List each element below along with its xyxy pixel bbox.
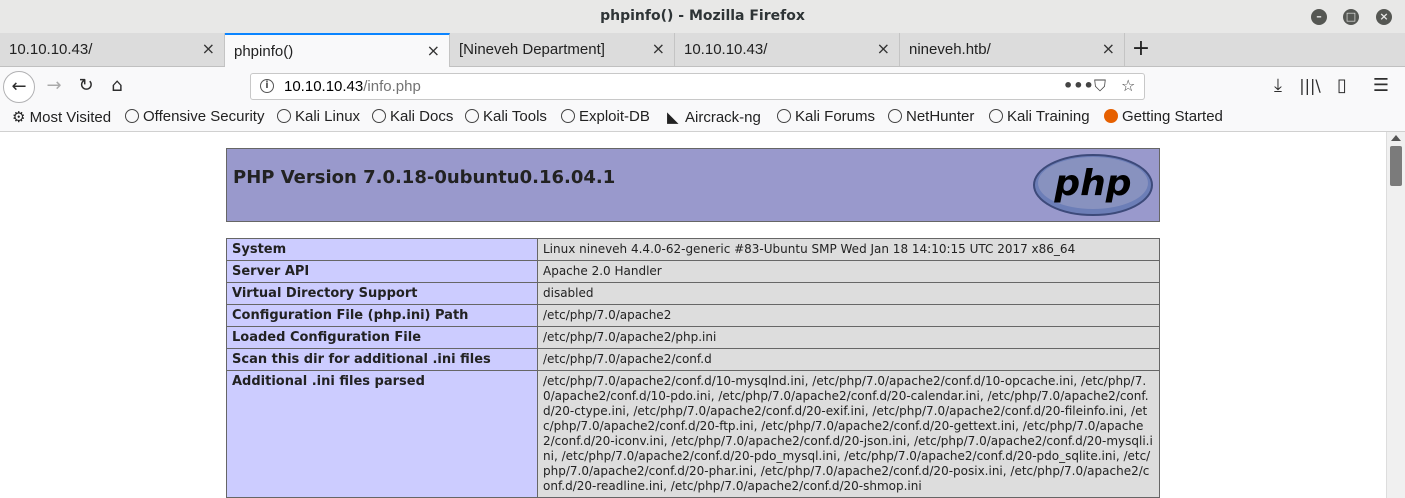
bookmark-exploit-db[interactable]: Exploit-DB (561, 108, 650, 125)
globe-icon (277, 109, 291, 123)
navigation-toolbar: ← → ↻ ⌂ i 10.10.10.43/info.php ••• ⛉ ☆ ⤓… (0, 67, 1405, 105)
tab-close-icon[interactable]: × (202, 39, 215, 58)
url-host: 10.10.10.43 (284, 78, 364, 95)
tab-label: [Nineveh Department] (459, 41, 605, 58)
row-key: Server API (226, 260, 538, 283)
row-key: Additional .ini files parsed (226, 370, 538, 498)
tab-4[interactable]: 10.10.10.43/ × (675, 33, 900, 66)
gear-icon: ⚙ (12, 109, 26, 126)
url-path: /info.php (363, 78, 421, 95)
reload-icon[interactable]: ↻ (72, 72, 100, 100)
tab-label: phpinfo() (234, 43, 294, 60)
new-tab-icon[interactable]: + (1128, 37, 1154, 63)
page-scrollbar[interactable] (1386, 132, 1405, 498)
library-icon[interactable]: |||\ (1296, 72, 1324, 100)
row-value: /etc/php/7.0/apache2/php.ini (537, 326, 1160, 349)
bookmark-kali-training[interactable]: Kali Training (989, 108, 1090, 125)
bookmark-kali-linux[interactable]: Kali Linux (277, 108, 360, 125)
home-icon[interactable]: ⌂ (103, 72, 131, 100)
row-value: /etc/php/7.0/apache2 (537, 304, 1160, 327)
bookmark-kali-tools[interactable]: Kali Tools (465, 108, 547, 125)
bookmark-nethunter[interactable]: NetHunter (888, 108, 974, 125)
row-key: Virtual Directory Support (226, 282, 538, 305)
tab-label: nineveh.htb/ (909, 41, 991, 58)
table-row: Scan this dir for additional .ini files … (226, 348, 1160, 371)
window-title: phpinfo() - Mozilla Firefox (600, 8, 805, 24)
table-row: Loaded Configuration File /etc/php/7.0/a… (226, 326, 1160, 349)
globe-icon (989, 109, 1003, 123)
table-row: System Linux nineveh 4.4.0-62-generic #8… (226, 238, 1160, 261)
tab-close-icon[interactable]: × (877, 39, 890, 58)
bookmark-kali-forums[interactable]: Kali Forums (777, 108, 875, 125)
tab-1[interactable]: 10.10.10.43/ × (0, 33, 225, 66)
table-row: Configuration File (php.ini) Path /etc/p… (226, 304, 1160, 327)
page-actions-icon[interactable]: ••• (1063, 76, 1094, 95)
bookmark-most-visited[interactable]: ⚙ Most Visited (12, 108, 111, 126)
row-key: Configuration File (php.ini) Path (226, 304, 538, 327)
row-key: System (226, 238, 538, 261)
row-value: Apache 2.0 Handler (537, 260, 1160, 283)
bookmark-kali-docs[interactable]: Kali Docs (372, 108, 453, 125)
url-bar[interactable]: i 10.10.10.43/info.php ••• ⛉ ☆ (250, 73, 1145, 100)
url-text[interactable]: 10.10.10.43/info.php (284, 78, 421, 95)
table-row: Virtual Directory Support disabled (226, 282, 1160, 305)
window-titlebar: phpinfo() - Mozilla Firefox – □ × (0, 0, 1405, 33)
bookmark-getting-started[interactable]: Getting Started (1104, 108, 1223, 125)
table-row: Additional .ini files parsed /etc/php/7.… (226, 370, 1160, 498)
php-info-table: System Linux nineveh 4.4.0-62-generic #8… (226, 238, 1160, 498)
tab-5[interactable]: nineveh.htb/ × (900, 33, 1125, 66)
bookmark-star-icon[interactable]: ☆ (1121, 76, 1135, 95)
forward-arrow-icon[interactable]: → (40, 72, 68, 100)
table-row: Server API Apache 2.0 Handler (226, 260, 1160, 283)
globe-icon (465, 109, 479, 123)
php-logo-icon: php (1033, 154, 1153, 216)
globe-icon (561, 109, 575, 123)
tab-2-active[interactable]: phpinfo() × (225, 33, 450, 67)
globe-icon (372, 109, 386, 123)
bookmark-offensive-security[interactable]: Offensive Security (125, 108, 264, 125)
bookmarks-toolbar: ⚙ Most Visited Offensive Security Kali L… (0, 105, 1405, 132)
minimize-icon[interactable]: – (1311, 9, 1327, 25)
tab-close-icon[interactable]: × (1102, 39, 1115, 58)
tab-3[interactable]: [Nineveh Department] × (450, 33, 675, 66)
globe-icon (125, 109, 139, 123)
row-value: /etc/php/7.0/apache2/conf.d/10-mysqlnd.i… (537, 370, 1160, 498)
row-key: Scan this dir for additional .ini files (226, 348, 538, 371)
row-value: disabled (537, 282, 1160, 305)
tab-strip: 10.10.10.43/ × phpinfo() × [Nineveh Depa… (0, 33, 1405, 67)
menu-icon[interactable]: ☰ (1367, 72, 1395, 100)
firefox-icon (1104, 109, 1118, 123)
close-window-icon[interactable]: × (1376, 9, 1392, 25)
sidebar-icon[interactable]: ▯ (1328, 72, 1356, 100)
row-value: Linux nineveh 4.4.0-62-generic #83-Ubunt… (537, 238, 1160, 261)
tab-label: 10.10.10.43/ (684, 41, 768, 58)
globe-icon (777, 109, 791, 123)
php-version-heading: PHP Version 7.0.18-0ubuntu0.16.04.1 (233, 167, 616, 188)
row-key: Loaded Configuration File (226, 326, 538, 349)
globe-icon (888, 109, 902, 123)
aircrack-icon: ◣ (667, 109, 679, 126)
page-content: PHP Version 7.0.18-0ubuntu0.16.04.1 php … (0, 132, 1386, 498)
bookmark-aircrack-ng[interactable]: ◣ Aircrack-ng (667, 108, 761, 126)
tab-close-icon[interactable]: × (427, 41, 440, 60)
php-logo-text: php (1053, 163, 1131, 204)
scrollbar-thumb[interactable] (1390, 146, 1402, 186)
downloads-icon[interactable]: ⤓ (1264, 72, 1292, 100)
back-arrow-icon[interactable]: ← (3, 71, 35, 103)
site-info-icon[interactable]: i (260, 79, 274, 93)
scroll-up-icon[interactable] (1391, 135, 1401, 141)
php-version-header: PHP Version 7.0.18-0ubuntu0.16.04.1 php (226, 148, 1160, 222)
maximize-icon[interactable]: □ (1343, 9, 1359, 25)
row-value: /etc/php/7.0/apache2/conf.d (537, 348, 1160, 371)
tab-close-icon[interactable]: × (652, 39, 665, 58)
pocket-icon[interactable]: ⛉ (1094, 76, 1106, 96)
tab-label: 10.10.10.43/ (9, 41, 93, 58)
